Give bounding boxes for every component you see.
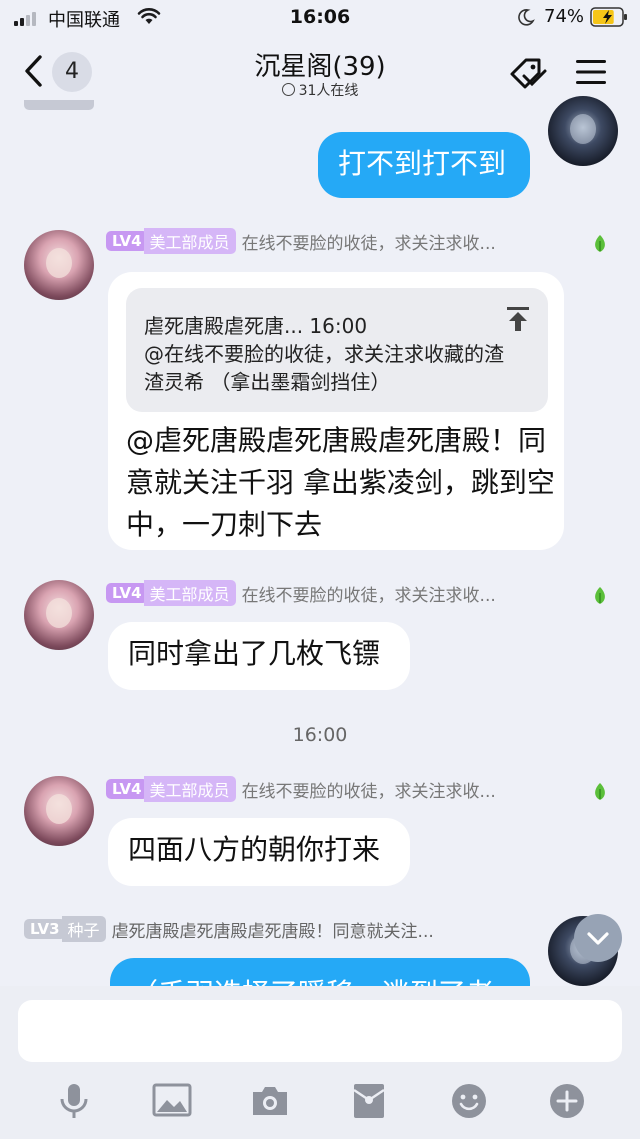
image-icon[interactable] (152, 1082, 192, 1118)
sender-info: LV4 美工部成员 在线不要脸的收徒，求关注求收... (106, 776, 496, 802)
sender-avatar[interactable] (24, 580, 94, 650)
level-badge: LV4 (106, 583, 148, 603)
sender-avatar[interactable] (24, 776, 94, 846)
self-avatar[interactable] (548, 96, 618, 166)
scroll-to-bottom-button[interactable] (574, 914, 622, 962)
battery-percent: 74% (544, 6, 585, 27)
camera-icon[interactable] (250, 1082, 290, 1118)
battery-icon (590, 7, 627, 27)
sender-name[interactable]: 虐死唐殿虐死唐殿虐死唐殿！同意就关注... (112, 917, 434, 942)
online-count-text: 31人在线 (298, 83, 359, 99)
role-badge: 美工部成员 (143, 580, 236, 606)
message-bubble[interactable]: 虐死唐殿虐死唐... 16:00 @在线不要脸的收徒，求关注求收藏的渣渣灵希 （… (108, 272, 564, 550)
message-bubble-self[interactable]: （千羽选择了瞬移，逃到了老 (110, 958, 530, 986)
message-bubble-self[interactable]: 打不到打不到 (318, 132, 530, 198)
sender-name[interactable]: 在线不要脸的收徒，求关注求收... (242, 777, 496, 802)
level-badge: LV4 (106, 779, 148, 799)
plus-icon[interactable] (548, 1082, 586, 1120)
message-bubble[interactable]: 同时拿出了几枚飞镖 (108, 622, 410, 690)
sprout-icon (595, 587, 605, 604)
message-text: @虐死唐殿虐死唐殿虐死唐殿！同意就关注千羽 拿出紫凌剑，跳到空中，一刀刺下去 (126, 424, 555, 541)
emoji-icon[interactable] (450, 1082, 488, 1120)
red-packet-icon[interactable] (352, 1082, 386, 1120)
quote-body: @在线不要脸的收徒，求关注求收藏的渣渣灵希 （拿出墨霜剑挡住） (144, 342, 504, 394)
sprout-icon (595, 235, 605, 252)
group-tag-icon[interactable] (506, 54, 550, 94)
do-not-disturb-moon-icon (518, 9, 535, 26)
sender-name[interactable]: 在线不要脸的收徒，求关注求收... (242, 229, 496, 254)
microphone-icon[interactable] (58, 1082, 90, 1120)
sender-avatar[interactable] (24, 230, 94, 300)
chevron-down-icon (587, 932, 609, 945)
status-bar: 中国联通 16:06 74% (0, 0, 640, 36)
jump-to-original-icon[interactable] (506, 306, 530, 332)
role-badge: 美工部成员 (143, 776, 236, 802)
role-badge: 美工部成员 (143, 228, 236, 254)
role-badge: 种子 (61, 916, 106, 942)
sprout-icon (595, 783, 605, 800)
message-input[interactable] (18, 1000, 622, 1062)
sender-info: LV4 美工部成员 在线不要脸的收徒，求关注求收... (106, 580, 496, 606)
sender-info: LV4 美工部成员 在线不要脸的收徒，求关注求收... (106, 228, 496, 254)
quoted-message[interactable]: 虐死唐殿虐死唐... 16:00 @在线不要脸的收徒，求关注求收藏的渣渣灵希 （… (126, 288, 548, 412)
level-badge: LV4 (106, 231, 148, 251)
menu-icon[interactable] (574, 58, 608, 86)
message-bubble-self-clipped[interactable]: （千羽选择了瞬移，逃到了老 (110, 958, 530, 986)
online-status-icon (281, 83, 295, 96)
clipped-sender-row (24, 100, 524, 116)
input-bar (0, 986, 640, 1139)
sender-name[interactable]: 在线不要脸的收徒，求关注求收... (242, 581, 496, 606)
level-badge: LV3 (24, 919, 66, 939)
message-bubble[interactable]: 四面八方的朝你打来 (108, 818, 410, 886)
sender-info: LV3 种子 虐死唐殿虐死唐殿虐死唐殿！同意就关注... (24, 916, 434, 942)
time-divider: 16:00 (292, 724, 348, 746)
